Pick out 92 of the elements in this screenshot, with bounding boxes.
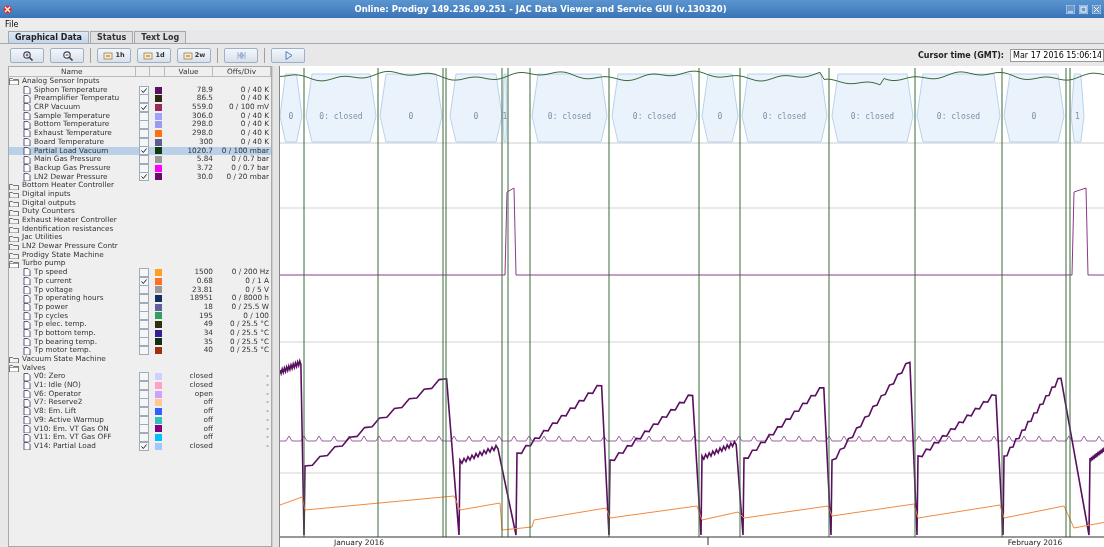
color-swatch[interactable] — [154, 442, 162, 450]
tab[interactable]: Status — [90, 31, 134, 43]
band-label: 0: closed — [632, 112, 677, 121]
valve-state-band — [1003, 73, 1065, 143]
band-label: 0 — [1031, 112, 1037, 121]
tab[interactable]: Text Log — [134, 31, 187, 43]
checkbox[interactable] — [139, 155, 149, 165]
checkbox[interactable] — [139, 311, 149, 321]
color-swatch[interactable] — [154, 147, 162, 155]
valve-state-band — [1070, 73, 1085, 143]
checkbox[interactable] — [139, 128, 149, 138]
band-label: 0: closed — [319, 112, 363, 121]
color-swatch[interactable] — [154, 164, 162, 172]
color-swatch[interactable] — [154, 381, 162, 389]
checkbox[interactable] — [139, 120, 149, 130]
color-swatch[interactable] — [154, 425, 162, 433]
color-swatch[interactable] — [154, 121, 162, 129]
checkbox[interactable] — [139, 146, 149, 156]
checkbox[interactable] — [139, 380, 149, 390]
checkbox[interactable] — [139, 285, 149, 295]
zoom-in-button[interactable] — [10, 47, 44, 63]
color-swatch[interactable] — [154, 407, 162, 415]
color-swatch[interactable] — [154, 95, 162, 103]
band-label: 0 — [473, 112, 479, 121]
band-label: 1 — [1075, 112, 1080, 121]
band-label: 0 — [408, 112, 414, 121]
play-icon — [282, 49, 294, 61]
color-swatch[interactable] — [154, 434, 162, 442]
color-swatch[interactable] — [154, 373, 162, 381]
color-swatch[interactable] — [154, 390, 162, 398]
checkbox[interactable] — [139, 406, 149, 416]
band-label: 0: closed — [936, 112, 981, 121]
close-icon[interactable] — [1092, 4, 1101, 14]
checkbox[interactable] — [139, 424, 149, 434]
valve-state-band — [379, 73, 443, 143]
minimize-icon[interactable] — [1066, 4, 1075, 14]
color-swatch[interactable] — [154, 399, 162, 407]
color-swatch[interactable] — [154, 103, 162, 111]
checkbox[interactable] — [139, 433, 149, 443]
calendar-icon — [182, 49, 194, 61]
color-swatch[interactable] — [154, 303, 162, 311]
color-swatch[interactable] — [154, 112, 162, 120]
band-label: 0: closed — [547, 112, 592, 121]
color-swatch[interactable] — [154, 277, 162, 285]
valve-state-band — [701, 73, 739, 143]
color-swatch[interactable] — [154, 156, 162, 164]
cursor-time-label: Cursor time (GMT): — [917, 50, 1004, 60]
checkbox[interactable] — [139, 372, 149, 382]
cursor-time-field[interactable]: Mar 17 2016 15:06:14 — [1010, 48, 1104, 62]
checkbox[interactable] — [139, 94, 149, 104]
checkbox[interactable] — [139, 102, 149, 112]
scrollbar[interactable] — [272, 66, 279, 547]
calendar-icon — [143, 49, 155, 61]
checkbox[interactable] — [139, 172, 149, 182]
skip-button[interactable] — [224, 47, 258, 63]
color-swatch[interactable] — [154, 329, 162, 337]
checkbox[interactable] — [139, 441, 149, 451]
band-label: 1 — [502, 112, 508, 121]
color-swatch[interactable] — [154, 295, 162, 303]
calendar-icon — [103, 49, 115, 61]
band-label: 0: closed — [850, 112, 895, 121]
color-swatch[interactable] — [154, 416, 162, 424]
valve-state-band — [305, 73, 377, 143]
zoom-out-icon — [61, 49, 73, 61]
color-swatch[interactable] — [154, 86, 162, 94]
checkbox[interactable] — [139, 267, 149, 277]
play-button[interactable] — [271, 47, 305, 63]
color-swatch[interactable] — [154, 338, 162, 346]
color-swatch[interactable] — [154, 347, 162, 355]
color-swatch[interactable] — [154, 268, 162, 276]
color-swatch[interactable] — [154, 173, 162, 181]
zoom-in-icon — [21, 49, 33, 61]
window-title: Online: Prodigy 149.236.99.251 - JAC Data Viewer and Service GUI (v.130320) — [353, 4, 728, 14]
band-label: 0 — [288, 112, 294, 121]
checkbox[interactable] — [139, 294, 149, 304]
checkbox[interactable] — [139, 337, 149, 347]
color-swatch[interactable] — [154, 312, 162, 320]
menu-item[interactable]: File — [3, 19, 21, 29]
skip-icon — [235, 49, 247, 61]
color-swatch[interactable] — [154, 321, 162, 329]
band-label: 0: closed — [762, 112, 807, 121]
color-swatch[interactable] — [154, 286, 162, 294]
zoom-out-button[interactable] — [50, 47, 84, 63]
color-swatch[interactable] — [154, 138, 162, 146]
color-swatch[interactable] — [154, 129, 162, 137]
tab[interactable]: Graphical Data — [8, 31, 89, 43]
checkbox[interactable] — [139, 320, 149, 330]
checkbox[interactable] — [139, 346, 149, 356]
checkbox[interactable] — [139, 398, 149, 408]
band-label: 0 — [717, 112, 723, 121]
app-icon — [3, 4, 12, 14]
maximize-icon[interactable] — [1079, 4, 1088, 14]
